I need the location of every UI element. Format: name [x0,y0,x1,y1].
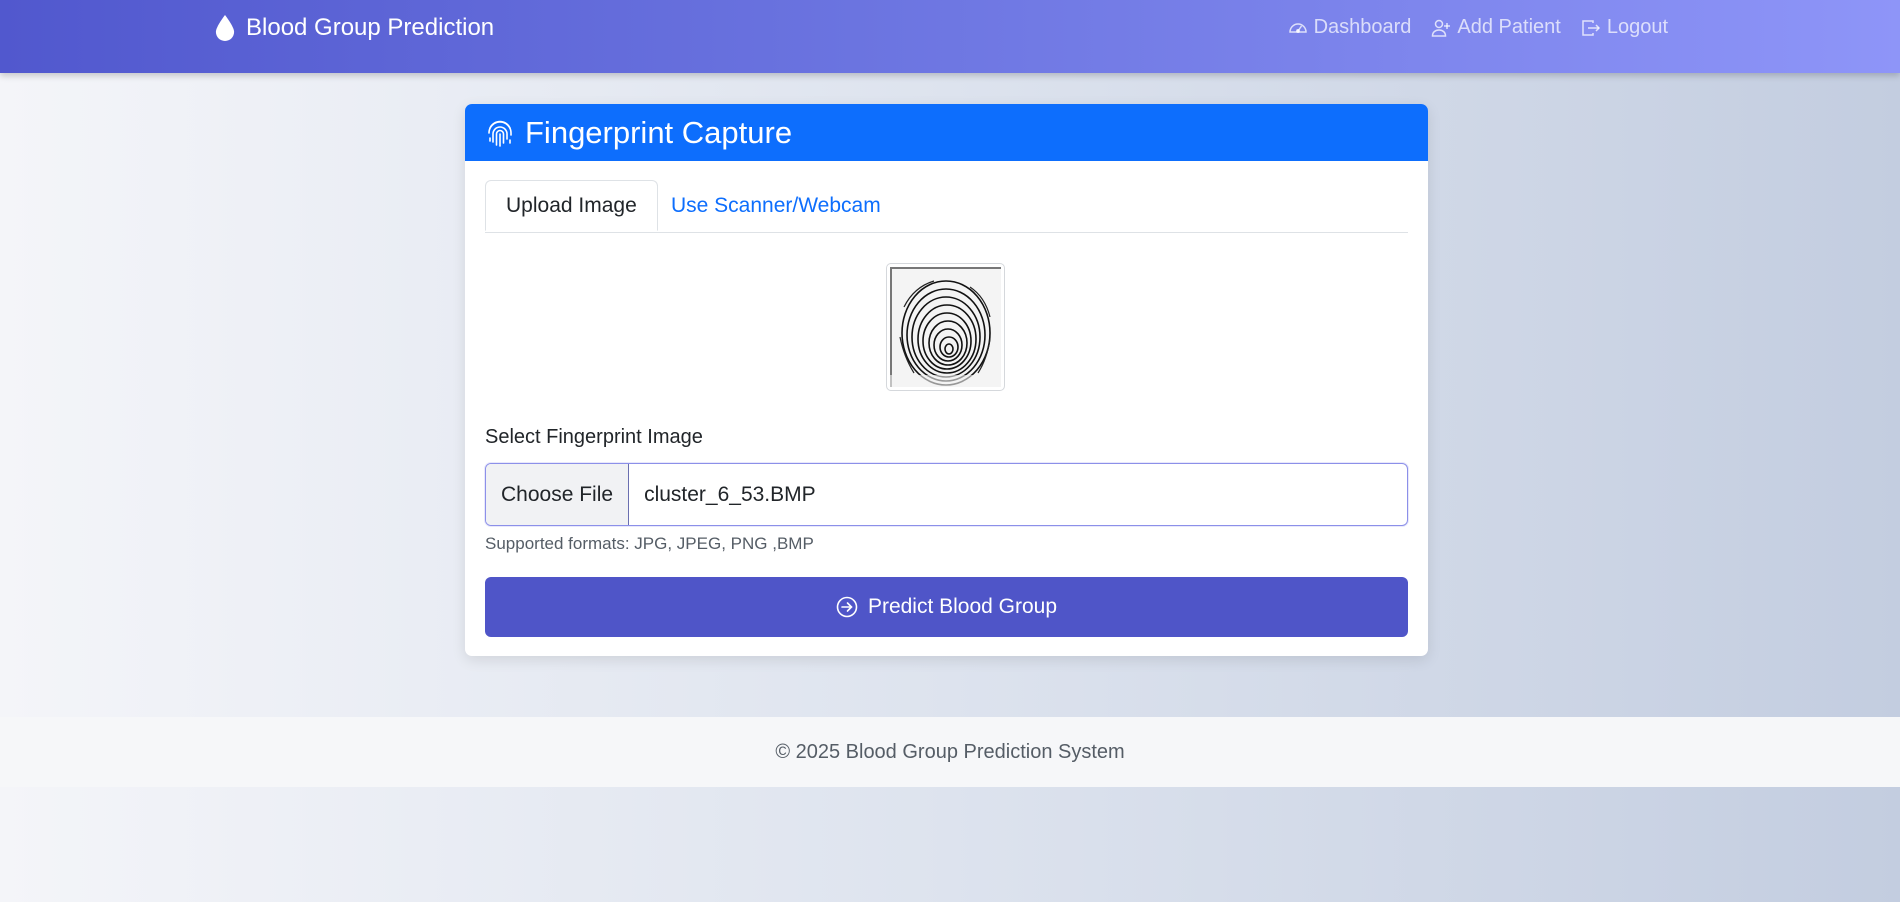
top-navbar: Blood Group Prediction Dashboard Add Pat… [0,0,1900,73]
nav-add-patient-label: Add Patient [1457,16,1561,38]
brand-link[interactable]: Blood Group Prediction [214,13,494,43]
nav-links: Dashboard Add Patient Logout [1288,16,1668,39]
nav-dashboard-link[interactable]: Dashboard [1288,16,1412,39]
supported-formats-help: Supported formats: JPG, JPEG, PNG ,BMP [485,534,814,553]
speedometer-icon [1288,22,1307,33]
choose-file-button[interactable]: Choose File [486,464,630,525]
fingerprint-preview [886,263,1005,391]
nav-add-patient-link[interactable]: Add Patient [1431,16,1561,39]
fingerprint-preview-image [890,267,1001,387]
tab-upload-image[interactable]: Upload Image [485,180,658,231]
brand-label: Blood Group Prediction [246,14,495,41]
card-header: Fingerprint Capture [465,104,1428,161]
selected-file-name: cluster_6_53.BMP [644,482,816,506]
predict-blood-group-button[interactable]: Predict Blood Group [485,577,1408,637]
footer-copyright: © 2025 Blood Group Prediction System [775,740,1125,763]
droplet-icon [215,15,235,41]
tab-use-scanner-webcam[interactable]: Use Scanner/Webcam [651,180,901,231]
page-footer: © 2025 Blood Group Prediction System [0,717,1900,787]
nav-logout-link[interactable]: Logout [1581,16,1668,39]
person-plus-icon [1432,19,1451,37]
fingerprint-icon [488,120,512,147]
card-title: Fingerprint Capture [525,114,793,150]
arrow-right-circle-icon [836,596,858,618]
box-arrow-right-icon [1582,19,1600,36]
fingerprint-file-input[interactable]: Choose File cluster_6_53.BMP [485,463,1408,526]
capture-method-tabs: Upload Image Use Scanner/Webcam [485,180,1408,233]
nav-dashboard-label: Dashboard [1313,16,1412,38]
fingerprint-capture-card: Fingerprint Capture Upload Image Use Sca… [465,104,1428,656]
nav-logout-label: Logout [1606,16,1668,38]
predict-button-label: Predict Blood Group [867,595,1058,618]
file-field-label: Select Fingerprint Image [485,426,703,448]
